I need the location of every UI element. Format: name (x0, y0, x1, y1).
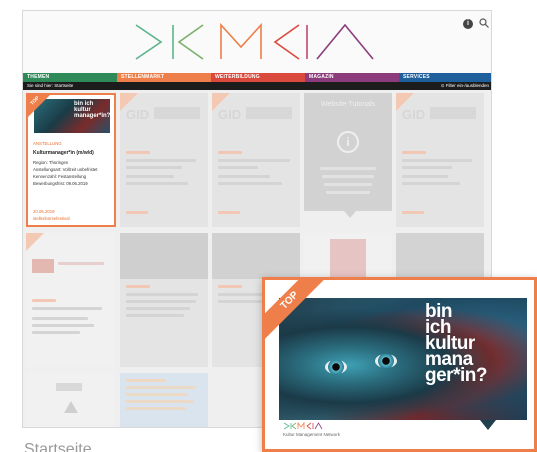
gid-logo-box (430, 107, 476, 119)
job-card-placeholder[interactable]: GID (120, 93, 208, 227)
tutorial-title: Website-Tutorials (320, 101, 376, 108)
card-image (212, 233, 300, 279)
card-logo (56, 383, 82, 391)
nav-item-themen[interactable]: THEMEN (23, 73, 117, 82)
placeholder-line (32, 324, 94, 327)
placeholder-line (126, 293, 198, 296)
hero-pointer (480, 420, 496, 430)
placeholder-line (218, 211, 240, 214)
tutorial-bubble[interactable]: Website-Tutorials i (304, 93, 392, 218)
placeholder-line (126, 151, 150, 154)
placeholder-line (126, 166, 182, 169)
job-card-placeholder[interactable]: GID (396, 93, 484, 227)
hero-slogan: bin ich kultur mana ger*in? (425, 302, 515, 386)
site-header: i (23, 11, 491, 73)
nav-item-services[interactable]: SERVICES (399, 73, 491, 82)
placeholder-line (32, 317, 88, 320)
card-detail-line: Region: Thüringen (33, 160, 69, 165)
gid-logo: GID (126, 107, 150, 122)
bubble-pointer (344, 211, 356, 218)
site-logo[interactable] (131, 17, 381, 67)
placeholder-line (402, 166, 452, 169)
placeholder-line (218, 285, 242, 288)
card-image (396, 233, 484, 279)
stage: i THEMEN STELLENMARKT WEITERBILDUNG MAGA… (0, 0, 537, 452)
placeholder-line (126, 393, 188, 396)
placeholder-line (218, 166, 258, 169)
featured-job-card[interactable]: bin ich kultur manager*in? TOP ANSTELLUN… (26, 93, 116, 227)
filter-toggle[interactable]: ⊙ Filter ein-/ausblenden (441, 82, 489, 90)
placeholder-line (402, 211, 424, 214)
nav-item-magazin[interactable]: MAGAZIN (305, 73, 399, 82)
placeholder-line (126, 182, 188, 185)
filter-toggle-label: Filter ein-/ausblenden (445, 83, 489, 88)
placeholder-line (126, 307, 190, 310)
card-sublabel: stellenbörsefestival (33, 216, 70, 221)
card-date: 20.05.2019 (33, 209, 55, 214)
eye-left (325, 360, 347, 374)
nav-item-weiterbildung[interactable]: WEITERBILDUNG (211, 73, 305, 82)
eye-right (375, 354, 397, 368)
placeholder-line (218, 182, 282, 185)
placeholder-line (402, 151, 426, 154)
card-logo (32, 259, 54, 273)
gid-logo: GID (218, 107, 242, 122)
nav-item-stellenmarkt[interactable]: STELLENMARKT (117, 73, 211, 82)
placeholder-line (402, 159, 472, 162)
placeholder-line (218, 151, 242, 154)
placeholder-line (126, 300, 196, 303)
card-image (120, 233, 208, 279)
featured-card-zoom[interactable]: bin ich kultur mana ger*in? TOP Kultur M… (262, 277, 537, 452)
placeholder-line (126, 379, 166, 382)
placeholder-line (402, 175, 448, 178)
placeholder-line (218, 159, 290, 162)
card-detail-line: Anstellungsart: Vollzeit unbefristet (33, 167, 98, 172)
placeholder-line (326, 191, 370, 194)
placeholder-line (126, 407, 186, 410)
placeholder-line (126, 386, 196, 389)
placeholder-line (126, 159, 196, 162)
breadcrumb: Sie sind hier: Startseite (27, 83, 74, 88)
placeholder-line (126, 175, 174, 178)
gid-logo: GID (402, 107, 426, 122)
placeholder-line (402, 182, 460, 185)
placeholder-line (126, 314, 184, 317)
slogan-line: ger*in? (425, 365, 487, 386)
card-placeholder[interactable] (26, 373, 114, 427)
article-card-placeholder[interactable] (120, 233, 208, 367)
placeholder-line (324, 183, 372, 186)
call-for-papers-card[interactable] (120, 373, 208, 427)
card-title[interactable]: Kulturmanager*in (m/w/d) (33, 150, 94, 156)
job-card-placeholder[interactable] (26, 233, 114, 367)
card-detail-line: Bewerbungsfrist: 09.06.2019 (33, 181, 88, 186)
thumbnail-slogan: bin ich kultur manager*in? (74, 101, 111, 119)
card-corner (26, 233, 44, 251)
placeholder-line (126, 285, 150, 288)
info-icon: i (337, 131, 359, 153)
search-icon[interactable] (478, 17, 490, 29)
warning-icon (64, 401, 78, 413)
card-detail-line: Kennenzahl: Festanstellung (33, 174, 87, 179)
placeholder-line (322, 175, 374, 178)
main-navigation: THEMEN STELLENMARKT WEITERBILDUNG MAGAZI… (23, 73, 491, 82)
placeholder-line (126, 211, 148, 214)
page-label: Startseite (24, 441, 92, 452)
breadcrumb-bar: Sie sind hier: Startseite ⊙ Filter ein-/… (23, 82, 491, 90)
mini-logo-subtitle: Kultur Management Network (283, 432, 341, 437)
placeholder-line (32, 331, 80, 334)
placeholder-line (320, 167, 376, 170)
info-icon[interactable]: i (463, 19, 473, 29)
placeholder-line (58, 262, 104, 265)
mini-logo (283, 422, 323, 430)
placeholder-line (218, 175, 270, 178)
gid-logo-box (246, 107, 292, 119)
placeholder-line (32, 307, 102, 310)
gid-logo-box (154, 107, 200, 119)
placeholder-line (32, 299, 56, 302)
placeholder-line (126, 400, 194, 403)
card-tag: ANSTELLUNG (33, 141, 62, 146)
job-card-placeholder[interactable]: GID (212, 93, 300, 227)
